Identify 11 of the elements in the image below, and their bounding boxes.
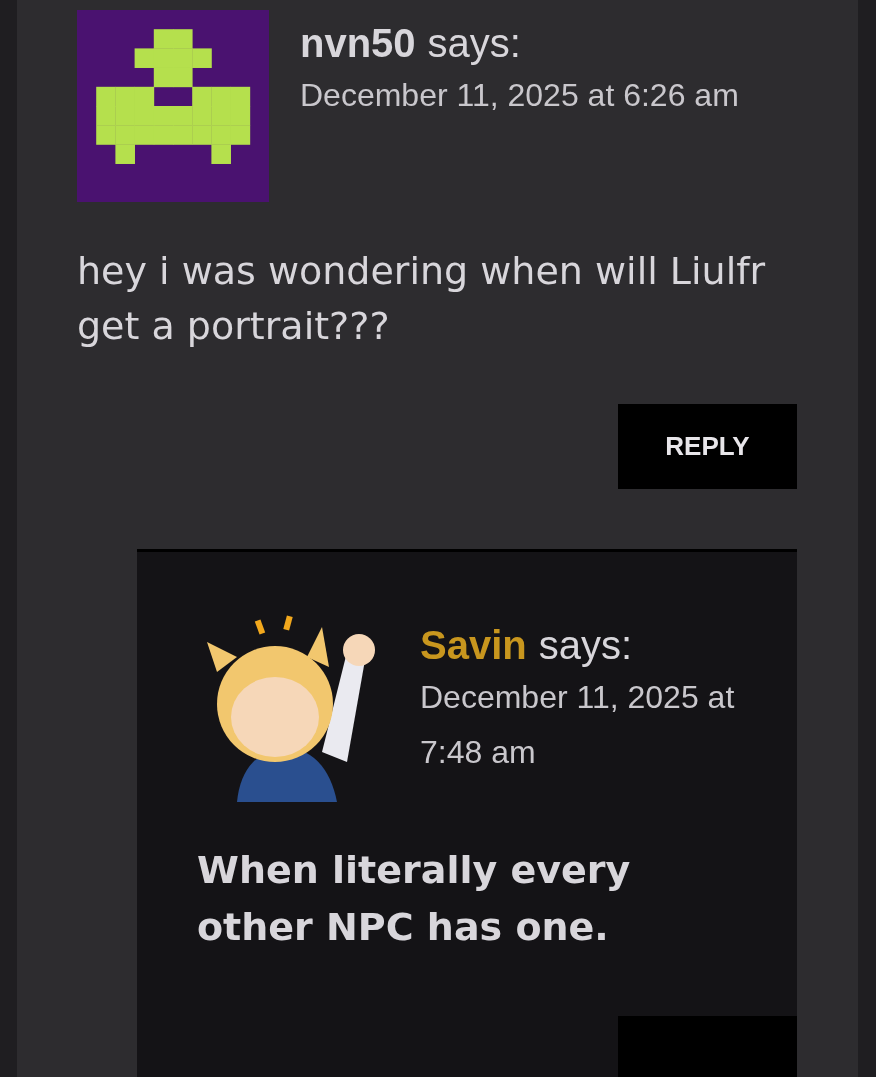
avatar-identicon: [77, 10, 269, 202]
author-name[interactable]: Savin: [420, 620, 527, 671]
reply-button[interactable]: [618, 1016, 797, 1077]
author-name[interactable]: nvn50: [300, 18, 416, 68]
says-label: says:: [538, 622, 633, 670]
comment-text: When literally every other NPC has one.: [197, 847, 632, 952]
comment-text: hey i was wondering when will Liulfr get a portrait???: [77, 248, 767, 351]
comment-date[interactable]: December 11, 2025 at 6:26 am: [300, 68, 739, 123]
says-label: says:: [427, 20, 521, 67]
reply-button[interactable]: REPLY: [618, 404, 797, 490]
comment-date[interactable]: December 11, 2025 at 7:48 am: [420, 670, 780, 779]
